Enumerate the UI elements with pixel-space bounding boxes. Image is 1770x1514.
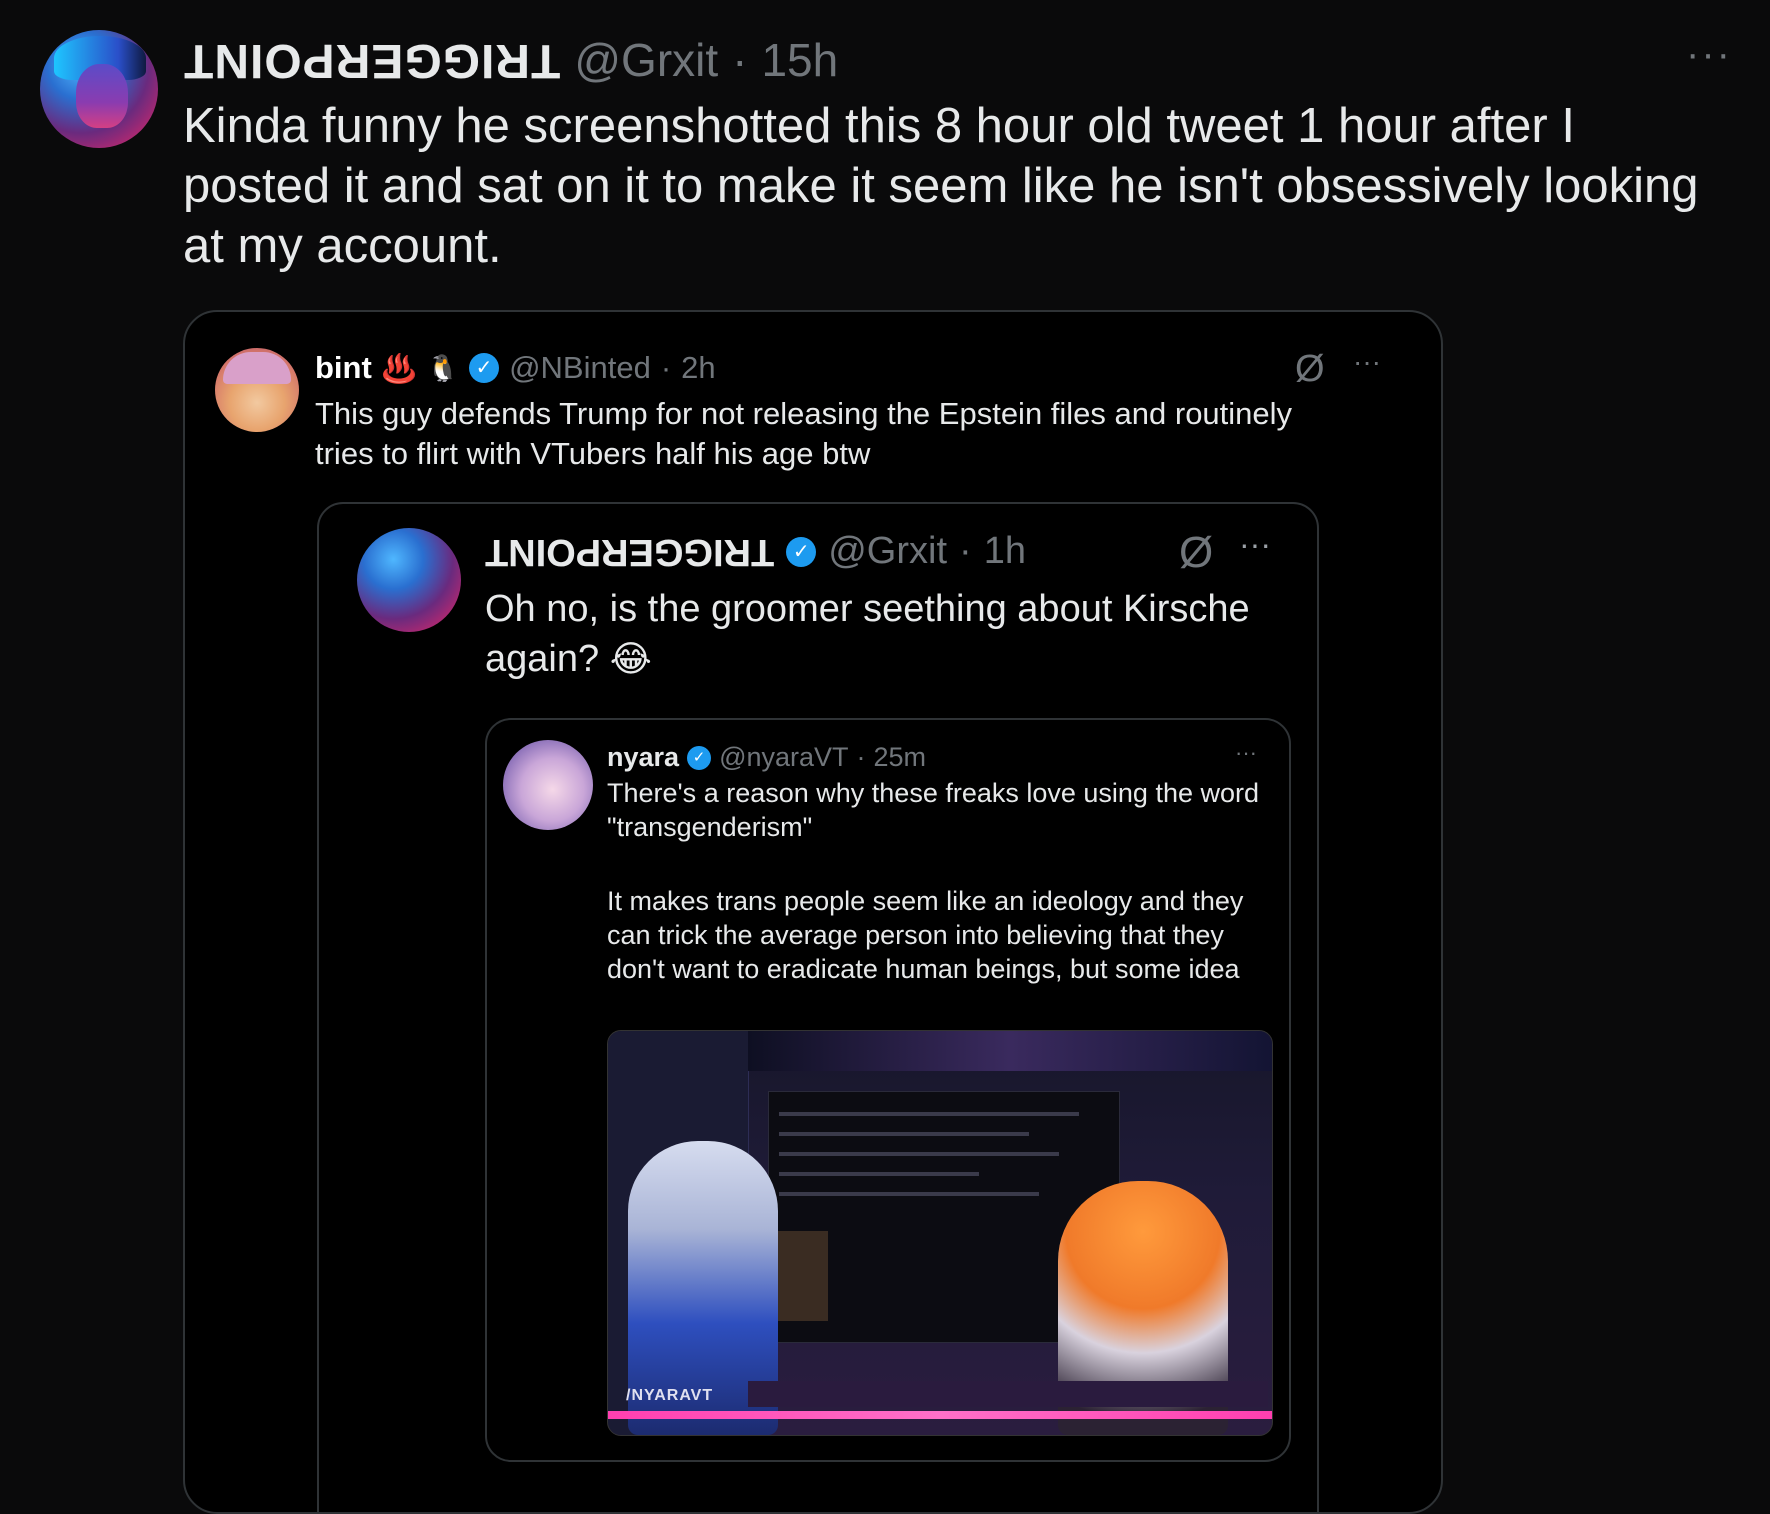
avatar-cap [223,352,291,384]
attached-screenshot[interactable]: bint ♨️ 🐧 ✓ @NBinted · 2h Ø ··· This guy… [183,310,1443,1514]
penguin-icon: 🐧 [426,352,460,383]
nyara-timestamp: 25m [873,742,927,772]
neon-strip [608,1411,1272,1419]
bint-tweet-text: This guy defends Trump for not releasing… [315,396,1293,471]
grxit-header: TRIGGERPOINT ✓ @Grxit · 1h [485,530,1026,573]
stream-watermark: /NYARAVT [626,1387,714,1404]
tweet-text: Kinda funny he screenshotted this 8 hour… [183,99,1699,273]
hot-springs-icon: ♨️ [381,352,417,384]
grxit-name: TRIGGERPOINT [485,531,775,573]
more-options-icon[interactable]: ··· [1686,32,1732,77]
nyara-header: nyara ✓ @nyaraVT · 25m [607,742,926,773]
stream-screenshot-image: /NYARAVT [607,1030,1273,1436]
laughing-emoji-icon: 😂 [609,638,652,679]
author-handle[interactable]: @Grxit [574,33,718,87]
quoted-tweet-nyara: nyara ✓ @nyaraVT · 25m ··· There's a rea… [485,718,1291,1462]
more-options-icon: ··· [1239,526,1271,562]
stream-topbar [748,1031,1272,1071]
grxit-timestamp: 1h [983,530,1026,572]
verified-badge-icon: ✓ [786,536,817,567]
nyara-name: nyara [607,742,680,772]
verified-badge-icon: ✓ [469,353,500,383]
more-options-icon: ··· [1353,346,1381,377]
bint-avatar [215,348,299,432]
grxit-text-body: Oh no, is the groomer seething about Kir… [485,588,1250,680]
nyara-text-paragraph-2: It makes trans people seem like an ideol… [607,886,1244,984]
header-separator: · [856,742,866,772]
bint-header: bint ♨️ 🐧 ✓ @NBinted · 2h [315,350,716,386]
header-separator: · [660,350,672,385]
author-avatar[interactable] [40,30,158,148]
more-options-icon: ··· [1235,740,1257,765]
grxit-handle: @Grxit [828,530,948,572]
stream-bottombar [748,1381,1268,1407]
nyara-avatar [503,740,593,830]
author-name[interactable]: TRIGGERPOINT [183,33,560,88]
grok-icon: Ø [1179,528,1214,577]
grxit-avatar [357,528,461,632]
nyara-text-paragraph-1: There's a reason why these freaks love u… [607,778,1259,842]
grok-icon: Ø [1295,348,1325,390]
header-separator: · [732,34,748,86]
tweet-timestamp[interactable]: 15h [761,33,838,87]
header-separator: · [959,530,972,572]
bint-name: bint [315,350,372,385]
verified-badge-icon: ✓ [687,745,712,770]
tweet-header: TRIGGERPOINT @Grxit · 15h [183,30,838,90]
grxit-tweet-text: Oh no, is the groomer seething about Kir… [485,584,1285,684]
avatar-face [76,64,128,128]
bint-timestamp: 2h [681,350,716,385]
quoted-tweet-grxit: TRIGGERPOINT ✓ @Grxit · 1h Ø ··· Oh no, … [317,502,1319,1512]
nyara-handle: @nyaraVT [719,742,849,772]
bint-handle: @NBinted [509,350,651,385]
